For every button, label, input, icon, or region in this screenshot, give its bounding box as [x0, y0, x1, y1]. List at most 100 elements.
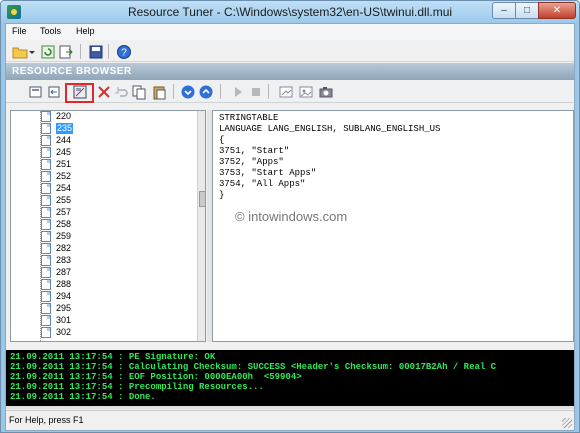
document-icon [41, 315, 51, 326]
paste-icon[interactable] [151, 84, 167, 100]
undo-icon[interactable] [113, 84, 129, 100]
code-line: 3754, "All Apps" [219, 179, 306, 189]
tree-item-label: 282 [56, 243, 72, 253]
tree-item-label: 251 [56, 159, 72, 169]
document-icon [41, 255, 51, 266]
resource-toolbar [6, 80, 574, 103]
export-icon[interactable] [58, 44, 74, 60]
tree-item-label: 244 [56, 135, 72, 145]
dialog-icon[interactable] [278, 84, 294, 100]
menu-tools[interactable]: Tools [40, 26, 61, 36]
tree-item-label: 257 [56, 207, 72, 217]
copy-icon[interactable] [131, 84, 147, 100]
tree-item-label: 235 [56, 123, 74, 134]
app-window: Resource Tuner - C:\Windows\system32\en-… [0, 0, 580, 433]
log-line: 21.09.2011 13:17:54 : PE Signature: OK [10, 352, 216, 362]
tree-item-label: 245 [56, 147, 72, 157]
document-icon [41, 231, 51, 242]
document-icon [41, 171, 51, 182]
code-line: LANGUAGE LANG_ENGLISH, SUBLANG_ENGLISH_U… [219, 124, 441, 134]
resource-browser-title: RESOURCE BROWSER [12, 66, 132, 77]
camera-icon[interactable] [318, 84, 334, 100]
svg-text:?: ? [121, 48, 127, 59]
code-line: { [219, 135, 225, 145]
toolbar-separator [108, 44, 109, 59]
tree-item-label: 255 [56, 195, 72, 205]
document-icon [41, 147, 51, 158]
main-toolbar: ? [6, 41, 574, 62]
resource-icon[interactable] [28, 84, 44, 100]
document-icon [41, 243, 51, 254]
up-arrow-icon[interactable] [198, 84, 214, 100]
log-output[interactable]: 21.09.2011 13:17:54 : PE Signature: OK 2… [6, 350, 574, 406]
toolbar-separator [220, 84, 221, 99]
document-icon [41, 183, 51, 194]
document-icon [41, 279, 51, 290]
tree-item-label: 259 [56, 231, 72, 241]
tree-item-label: 252 [56, 171, 72, 181]
scrollbar-thumb[interactable] [199, 191, 205, 207]
tree-scrollbar[interactable] [197, 111, 205, 341]
code-line: 3752, "Apps" [219, 157, 284, 167]
log-scrollbar[interactable] [6, 406, 574, 409]
tree-item-label: 302 [56, 327, 72, 337]
client-area: File Tools Help ? RESOURCE BROWSER 220 2… [5, 23, 575, 431]
close-button[interactable]: ✕ [538, 2, 576, 19]
status-bar: For Help, press F1 [6, 410, 574, 430]
down-arrow-icon[interactable] [180, 84, 196, 100]
log-line: 21.09.2011 13:17:54 : Precompiling Resou… [10, 382, 264, 392]
document-icon [41, 159, 51, 170]
document-icon [41, 327, 51, 338]
code-line: 3753, "Start Apps" [219, 168, 317, 178]
edit-resource-icon[interactable] [72, 84, 88, 100]
log-line: 21.09.2011 13:17:54 : Calculating Checks… [10, 362, 497, 372]
back-icon[interactable] [46, 84, 62, 100]
tree-item-label: 258 [56, 219, 72, 229]
refresh-icon[interactable] [40, 44, 56, 60]
toolbar-separator [80, 44, 81, 59]
save-icon[interactable] [88, 44, 104, 60]
resource-browser-header: RESOURCE BROWSER [6, 63, 574, 80]
maximize-button[interactable]: □ [515, 2, 539, 19]
resize-grip-icon[interactable] [562, 418, 572, 428]
document-icon [41, 207, 51, 218]
menu-help[interactable]: Help [76, 26, 95, 36]
log-line: 21.09.2011 13:17:54 : Done. [10, 392, 156, 402]
dropdown-arrow-icon[interactable] [28, 44, 36, 60]
document-icon [41, 195, 51, 206]
tree-item-label: 294 [56, 291, 72, 301]
play-icon[interactable] [230, 84, 246, 100]
menu-bar: File Tools Help [6, 24, 574, 40]
document-icon [41, 219, 51, 230]
help-icon[interactable]: ? [116, 44, 132, 60]
code-line: STRINGTABLE [219, 113, 279, 123]
toolbar-separator [173, 84, 174, 99]
resource-tree[interactable]: 220 235 244 245 251 252 254 255 257 258 … [10, 110, 206, 342]
watermark: © intowindows.com [235, 209, 348, 224]
open-icon[interactable] [12, 44, 28, 60]
image-icon[interactable] [298, 84, 314, 100]
tree-item-label: 220 [56, 111, 72, 121]
code-line: 3751, "Start" [219, 146, 290, 156]
toolbar-separator [268, 84, 269, 99]
delete-icon[interactable] [96, 84, 112, 100]
document-icon [41, 291, 51, 302]
tree-item-label: 287 [56, 267, 72, 277]
minimize-button[interactable]: – [492, 2, 516, 19]
tree-item-label: 254 [56, 183, 72, 193]
document-icon [41, 123, 51, 134]
tree-item-label: 295 [56, 303, 72, 313]
document-icon [41, 267, 51, 278]
title-bar[interactable]: Resource Tuner - C:\Windows\system32\en-… [1, 1, 579, 23]
menu-file[interactable]: File [12, 26, 27, 36]
document-icon [41, 135, 51, 146]
resource-text-view[interactable]: STRINGTABLE LANGUAGE LANG_ENGLISH, SUBLA… [212, 110, 574, 342]
tree-item-label: 288 [56, 279, 72, 289]
code-line: } [219, 190, 225, 200]
status-text: For Help, press F1 [9, 415, 84, 425]
document-icon [41, 303, 51, 314]
document-icon [41, 111, 51, 122]
tree-item-label: 301 [56, 315, 72, 325]
stop-icon[interactable] [248, 84, 264, 100]
tree-item-label: 283 [56, 255, 72, 265]
